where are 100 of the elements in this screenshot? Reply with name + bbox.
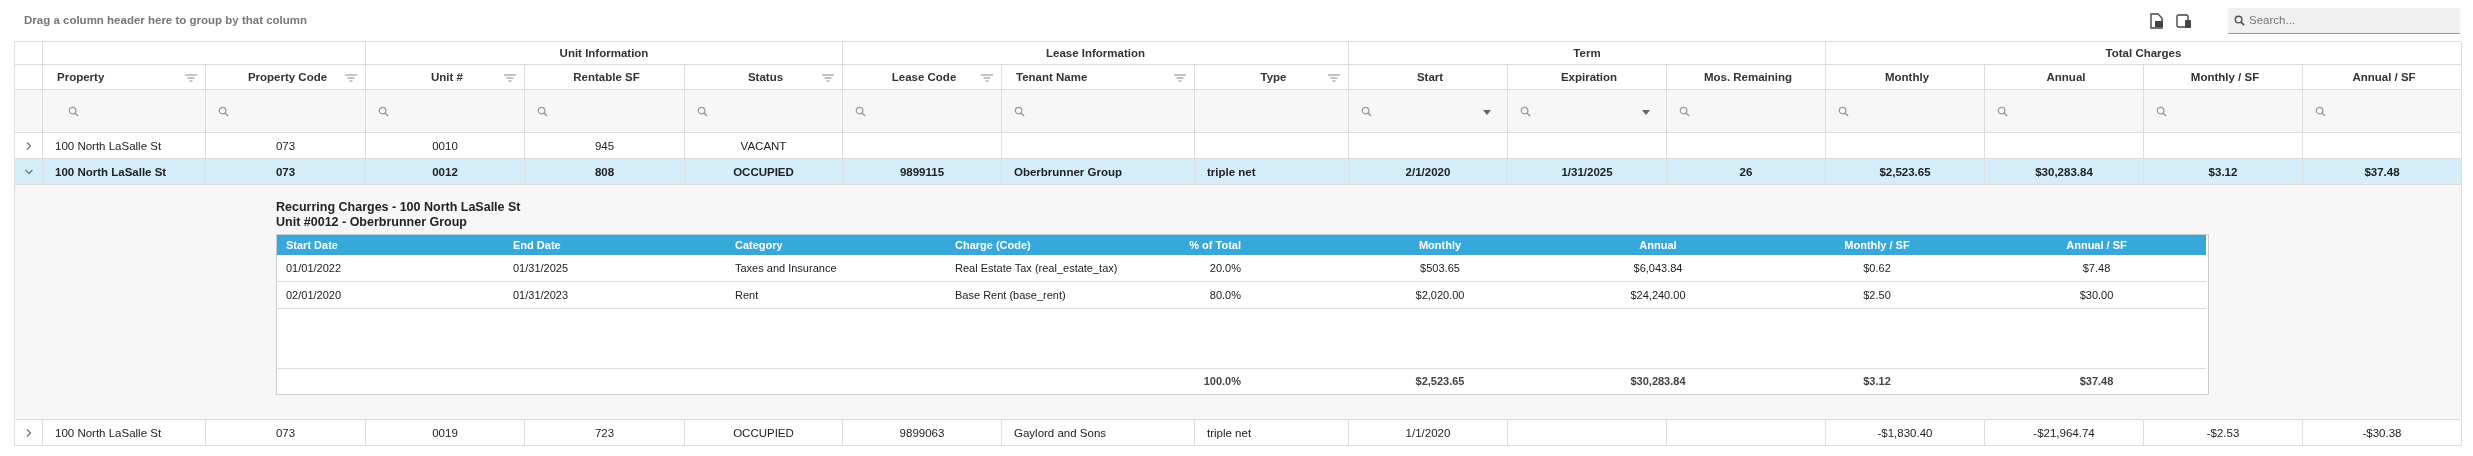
table-cell: 808 [525, 159, 685, 185]
search-icon[interactable] [1361, 105, 1372, 117]
table-cell: 26 [1667, 159, 1826, 185]
table-cell: 9899115 [843, 159, 1002, 185]
table-cell: Gaylord and Sons [1002, 420, 1195, 446]
table-cell: 073 [206, 420, 366, 446]
table-cell: Real Estate Tax (real_estate_tax) [946, 255, 1151, 282]
caret-icon[interactable] [1483, 110, 1491, 115]
total-cell-text: $2,523.65 [1414, 374, 1466, 389]
table-cell: triple net [1195, 420, 1349, 446]
search-field[interactable]: Search... [2228, 7, 2460, 34]
table-cell: 01/01/2022 [277, 255, 504, 282]
table-cell: OCCUPIED [685, 420, 843, 446]
filter-icon[interactable] [1328, 74, 1340, 82]
filter-cell[interactable] [2144, 90, 2303, 133]
filter-cell[interactable] [2303, 90, 2462, 133]
table-cell: $6,043.84 [1549, 255, 1767, 282]
table-cell: 100 North LaSalle St [43, 420, 206, 446]
filter-icon[interactable] [504, 74, 516, 82]
total-cell-text: $3.12 [1862, 374, 1892, 389]
search-icon[interactable] [2315, 105, 2326, 117]
detail-subtitle: Unit #0012 - Oberbrunner Group [276, 215, 467, 230]
filter-cell[interactable] [1667, 90, 1826, 133]
filter-cell[interactable] [1985, 90, 2144, 133]
table-cell: 20.0% [1151, 255, 1331, 282]
table-cell: 80.0% [1151, 282, 1331, 309]
table-cell: $7.48 [1987, 255, 2206, 282]
search-icon[interactable] [537, 105, 548, 117]
table-cell: $2,523.65 [1826, 159, 1985, 185]
filter-icon[interactable] [185, 74, 197, 82]
table-cell: $503.65 [1331, 255, 1549, 282]
search-icon[interactable] [1520, 105, 1531, 117]
column-group-header: Unit Information [366, 42, 843, 65]
search-icon[interactable] [697, 105, 708, 117]
total-cell-text: $37.48 [2078, 374, 2115, 389]
detail-title: Recurring Charges - 100 North LaSalle St [276, 200, 521, 215]
table-cell: 100 North LaSalle St [43, 159, 206, 185]
search-icon[interactable] [1997, 105, 2008, 117]
filter-icon[interactable] [981, 74, 993, 82]
filter-icon[interactable] [1174, 74, 1186, 82]
table-cell: Base Rent (base_rent) [946, 282, 1151, 309]
column-group-header: Total Charges [1826, 42, 2462, 65]
filter-cell[interactable] [525, 90, 685, 133]
table-cell: $2,020.00 [1331, 282, 1549, 309]
caret-icon[interactable] [1642, 110, 1650, 115]
filter-cell[interactable] [1002, 90, 1195, 133]
filter-cell[interactable] [43, 90, 206, 133]
table-cell: 1/1/2020 [1349, 420, 1508, 446]
document-icon[interactable] [2150, 12, 2164, 29]
table-cell: 0012 [366, 159, 525, 185]
filter-icon[interactable] [345, 74, 357, 82]
table-cell: $24,240.00 [1549, 282, 1767, 309]
search-icon[interactable] [1014, 105, 1025, 117]
search-icon[interactable] [1679, 105, 1690, 117]
table-cell: 02/01/2020 [277, 282, 504, 309]
table-cell: Oberbrunner Group [1002, 159, 1195, 185]
filter-cell[interactable] [206, 90, 366, 133]
group-hint: Drag a column header here to group by that column [24, 13, 308, 26]
table-cell: 9899063 [843, 420, 1002, 446]
table-cell: $30.00 [1987, 282, 2206, 309]
table-cell: 01/31/2025 [504, 255, 726, 282]
search-icon[interactable] [218, 105, 229, 117]
filter-cell[interactable] [1826, 90, 1985, 133]
search-icon[interactable] [378, 105, 389, 117]
table-cell: 2/1/2020 [1349, 159, 1508, 185]
search-icon[interactable] [855, 105, 866, 117]
filter-cell[interactable] [366, 90, 525, 133]
table-cell: -$1,830.40 [1826, 420, 1985, 446]
table-cell: -$2.53 [2144, 420, 2303, 446]
table-cell: -$30.38 [2303, 420, 2462, 446]
search-icon [2234, 14, 2245, 26]
table-cell: 723 [525, 420, 685, 446]
column-group-header: Lease Information [843, 42, 1349, 65]
filter-cell[interactable] [843, 90, 1002, 133]
search-icon[interactable] [1838, 105, 1849, 117]
filter-cell[interactable] [685, 90, 843, 133]
search-icon[interactable] [68, 105, 79, 117]
table-cell: $30,283.84 [1985, 159, 2144, 185]
table-cell: 0019 [366, 420, 525, 446]
table-cell: 01/31/2023 [504, 282, 726, 309]
table-cell: 073 [206, 159, 366, 185]
table-cell: OCCUPIED [685, 159, 843, 185]
table-cell: 1/31/2025 [1508, 159, 1667, 185]
device-icon[interactable] [2176, 12, 2192, 29]
expander-cell[interactable] [15, 420, 43, 446]
table-cell: Taxes and Insurance [726, 255, 946, 282]
table-cell: $0.62 [1767, 255, 1987, 282]
search-icon[interactable] [2156, 105, 2167, 117]
table-cell: triple net [1195, 159, 1349, 185]
table-cell: $2.50 [1767, 282, 1987, 309]
table-cell: Rent [726, 282, 946, 309]
table-cell: $3.12 [2144, 159, 2303, 185]
table-cell: -$21,964.74 [1985, 420, 2144, 446]
filter-cell[interactable] [1195, 90, 1349, 133]
filter-cell[interactable] [1508, 90, 1667, 133]
filter-icon[interactable] [822, 74, 834, 82]
total-cell-text: $30,283.84 [1629, 374, 1687, 389]
total-cell-text: 100.0% [1202, 374, 1242, 389]
expander-cell[interactable] [15, 159, 43, 185]
filter-cell[interactable] [1349, 90, 1508, 133]
